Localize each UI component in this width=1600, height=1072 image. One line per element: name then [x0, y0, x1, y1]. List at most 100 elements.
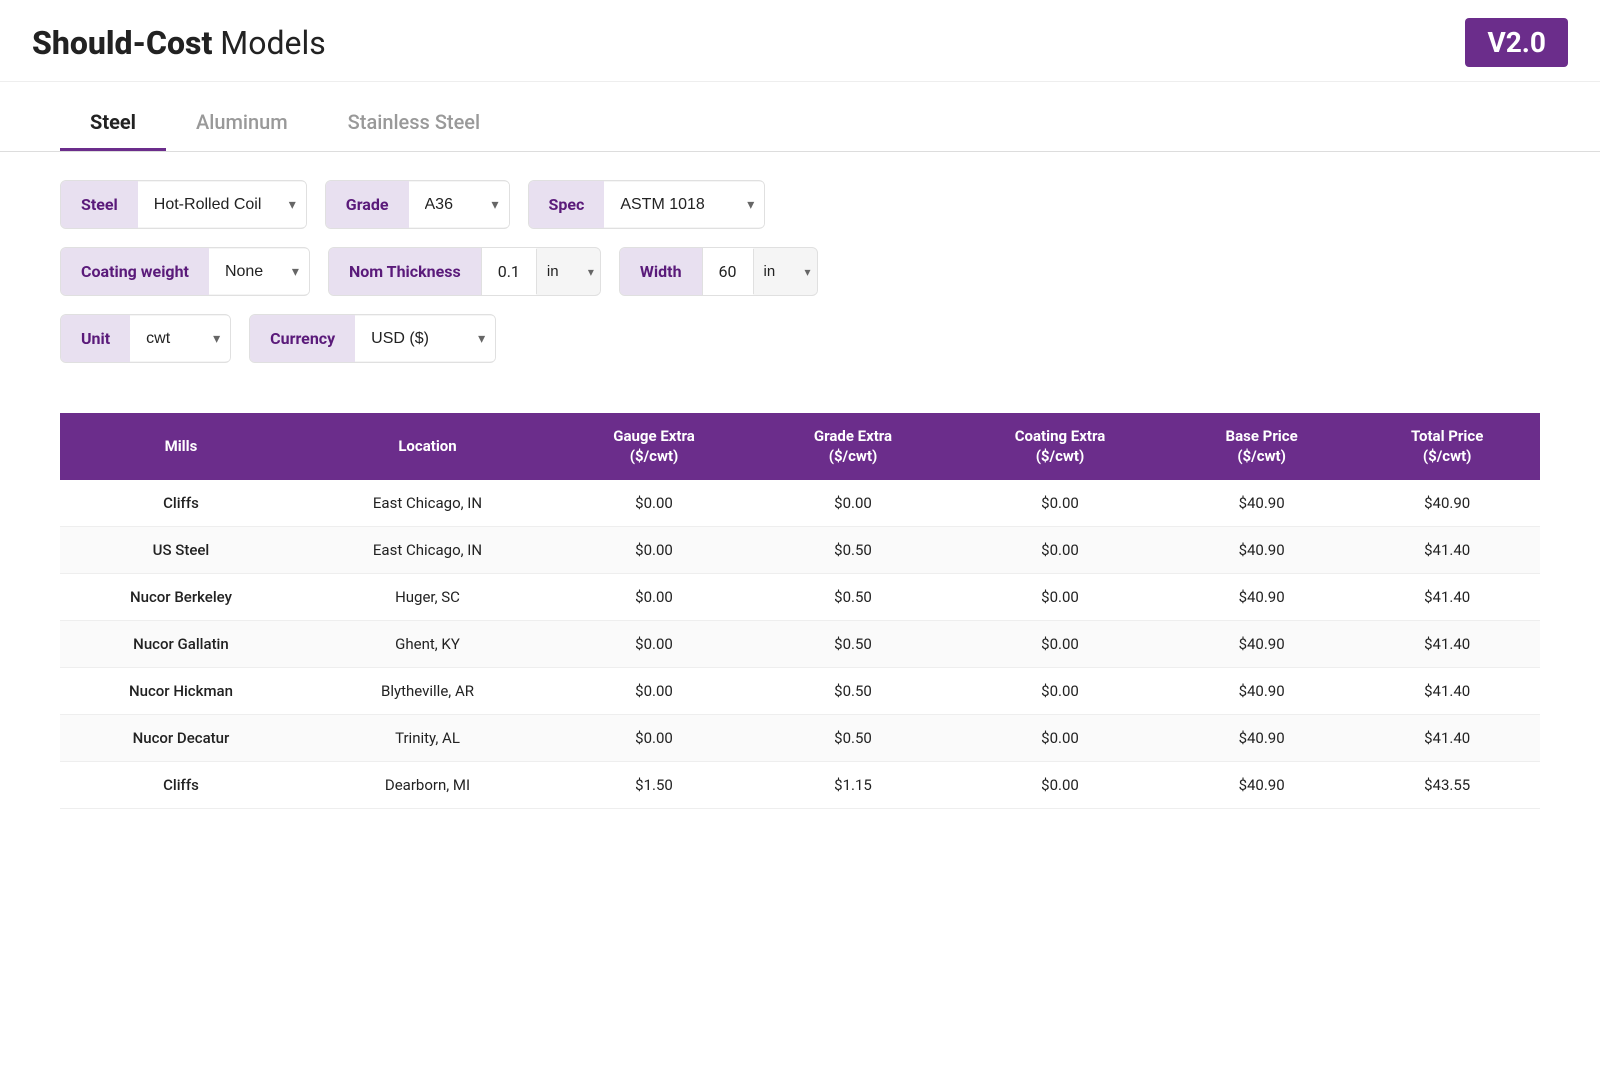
results-table-area: Mills Location Gauge Extra($/cwt) Grade …	[0, 381, 1600, 849]
currency-label: Currency	[250, 315, 355, 362]
table-row: Cliffs Dearborn, MI $1.50 $1.15 $0.00 $4…	[60, 762, 1540, 809]
cell-gauge-extra: $0.00	[553, 621, 755, 668]
nom-thickness-value: 0.1	[481, 248, 536, 295]
cell-base-price: $40.90	[1169, 480, 1354, 527]
width-value: 60	[702, 248, 753, 295]
cell-coating-extra: $0.00	[951, 527, 1169, 574]
cell-gauge-extra: $0.00	[553, 668, 755, 715]
cell-total-price: $41.40	[1354, 715, 1540, 762]
nom-thickness-control-group: Nom Thickness 0.1 in mm	[328, 247, 601, 296]
table-row: Nucor Hickman Blytheville, AR $0.00 $0.5…	[60, 668, 1540, 715]
cell-location: Ghent, KY	[302, 621, 553, 668]
spec-control-group: Spec ASTM 1018 ASTM 1020 ASTM 1045	[528, 180, 766, 229]
cell-mills: US Steel	[60, 527, 302, 574]
cell-mills: Nucor Berkeley	[60, 574, 302, 621]
cell-coating-extra: $0.00	[951, 480, 1169, 527]
currency-select-wrapper: USD ($) EUR (€) GBP (£)	[355, 316, 495, 361]
cell-total-price: $40.90	[1354, 480, 1540, 527]
coating-weight-select[interactable]: None G60 G90	[209, 249, 309, 294]
nom-thickness-unit-wrapper: in mm	[536, 249, 600, 294]
table-row: Nucor Gallatin Ghent, KY $0.00 $0.50 $0.…	[60, 621, 1540, 668]
coating-weight-control-group: Coating weight None G60 G90	[60, 247, 310, 296]
steel-select[interactable]: Hot-Rolled Coil Cold-Rolled Coil Plate	[138, 182, 306, 227]
coating-weight-label: Coating weight	[61, 248, 209, 295]
cell-total-price: $41.40	[1354, 668, 1540, 715]
tab-stainless-steel[interactable]: Stainless Steel	[318, 92, 510, 151]
cell-gauge-extra: $0.00	[553, 574, 755, 621]
cell-mills: Nucor Gallatin	[60, 621, 302, 668]
table-header-row: Mills Location Gauge Extra($/cwt) Grade …	[60, 413, 1540, 480]
cell-gauge-extra: $0.00	[553, 527, 755, 574]
results-table: Mills Location Gauge Extra($/cwt) Grade …	[60, 413, 1540, 809]
nom-thickness-unit-select[interactable]: in mm	[536, 249, 600, 294]
spec-select[interactable]: ASTM 1018 ASTM 1020 ASTM 1045	[604, 182, 764, 227]
cell-location: Trinity, AL	[302, 715, 553, 762]
control-row-2: Coating weight None G60 G90 Nom Thicknes…	[60, 247, 1540, 296]
table-row: Cliffs East Chicago, IN $0.00 $0.00 $0.0…	[60, 480, 1540, 527]
width-unit-wrapper: in mm	[753, 249, 817, 294]
cell-base-price: $40.90	[1169, 527, 1354, 574]
unit-select-wrapper: cwt ton lb	[130, 316, 230, 361]
col-mills: Mills	[60, 413, 302, 480]
width-label: Width	[620, 248, 702, 295]
grade-select[interactable]: A36 A572 A1011	[409, 182, 509, 227]
cell-coating-extra: $0.00	[951, 715, 1169, 762]
cell-location: East Chicago, IN	[302, 527, 553, 574]
table-row: Nucor Decatur Trinity, AL $0.00 $0.50 $0…	[60, 715, 1540, 762]
cell-grade-extra: $0.50	[755, 668, 951, 715]
unit-control-group: Unit cwt ton lb	[60, 314, 231, 363]
coating-weight-select-wrapper: None G60 G90	[209, 249, 309, 294]
cell-mills: Cliffs	[60, 762, 302, 809]
table-row: Nucor Berkeley Huger, SC $0.00 $0.50 $0.…	[60, 574, 1540, 621]
col-base-price: Base Price($/cwt)	[1169, 413, 1354, 480]
grade-label: Grade	[326, 181, 409, 228]
col-grade-extra: Grade Extra($/cwt)	[755, 413, 951, 480]
control-row-3: Unit cwt ton lb Currency USD ($) EUR (€)…	[60, 314, 1540, 363]
width-unit-select[interactable]: in mm	[753, 249, 817, 294]
cell-grade-extra: $0.00	[755, 480, 951, 527]
tab-steel[interactable]: Steel	[60, 92, 166, 151]
cell-gauge-extra: $0.00	[553, 480, 755, 527]
col-coating-extra: Coating Extra($/cwt)	[951, 413, 1169, 480]
cell-coating-extra: $0.00	[951, 762, 1169, 809]
cell-grade-extra: $0.50	[755, 527, 951, 574]
page-header: Should-Cost Models V2.0	[0, 0, 1600, 82]
spec-select-wrapper: ASTM 1018 ASTM 1020 ASTM 1045	[604, 182, 764, 227]
cell-grade-extra: $0.50	[755, 621, 951, 668]
cell-location: East Chicago, IN	[302, 480, 553, 527]
cell-total-price: $41.40	[1354, 621, 1540, 668]
cell-base-price: $40.90	[1169, 621, 1354, 668]
steel-label: Steel	[61, 181, 138, 228]
spec-label: Spec	[529, 181, 605, 228]
grade-select-wrapper: A36 A572 A1011	[409, 182, 509, 227]
cell-grade-extra: $0.50	[755, 574, 951, 621]
cell-total-price: $41.40	[1354, 574, 1540, 621]
width-control-group: Width 60 in mm	[619, 247, 818, 296]
cell-base-price: $40.90	[1169, 668, 1354, 715]
unit-select[interactable]: cwt ton lb	[130, 316, 230, 361]
cell-location: Blytheville, AR	[302, 668, 553, 715]
cell-base-price: $40.90	[1169, 762, 1354, 809]
cell-mills: Cliffs	[60, 480, 302, 527]
unit-label: Unit	[61, 315, 130, 362]
currency-control-group: Currency USD ($) EUR (€) GBP (£)	[249, 314, 496, 363]
cell-total-price: $43.55	[1354, 762, 1540, 809]
cell-base-price: $40.90	[1169, 715, 1354, 762]
cell-location: Huger, SC	[302, 574, 553, 621]
col-gauge-extra: Gauge Extra($/cwt)	[553, 413, 755, 480]
cell-gauge-extra: $0.00	[553, 715, 755, 762]
cell-gauge-extra: $1.50	[553, 762, 755, 809]
page-title: Should-Cost Models	[32, 24, 326, 62]
cell-location: Dearborn, MI	[302, 762, 553, 809]
col-total-price: Total Price($/cwt)	[1354, 413, 1540, 480]
cell-coating-extra: $0.00	[951, 574, 1169, 621]
cell-mills: Nucor Decatur	[60, 715, 302, 762]
currency-select[interactable]: USD ($) EUR (€) GBP (£)	[355, 316, 495, 361]
cell-mills: Nucor Hickman	[60, 668, 302, 715]
table-row: US Steel East Chicago, IN $0.00 $0.50 $0…	[60, 527, 1540, 574]
cell-grade-extra: $0.50	[755, 715, 951, 762]
tab-aluminum[interactable]: Aluminum	[166, 92, 318, 151]
version-badge: V2.0	[1465, 18, 1568, 67]
steel-select-wrapper: Hot-Rolled Coil Cold-Rolled Coil Plate	[138, 182, 306, 227]
steel-control-group: Steel Hot-Rolled Coil Cold-Rolled Coil P…	[60, 180, 307, 229]
